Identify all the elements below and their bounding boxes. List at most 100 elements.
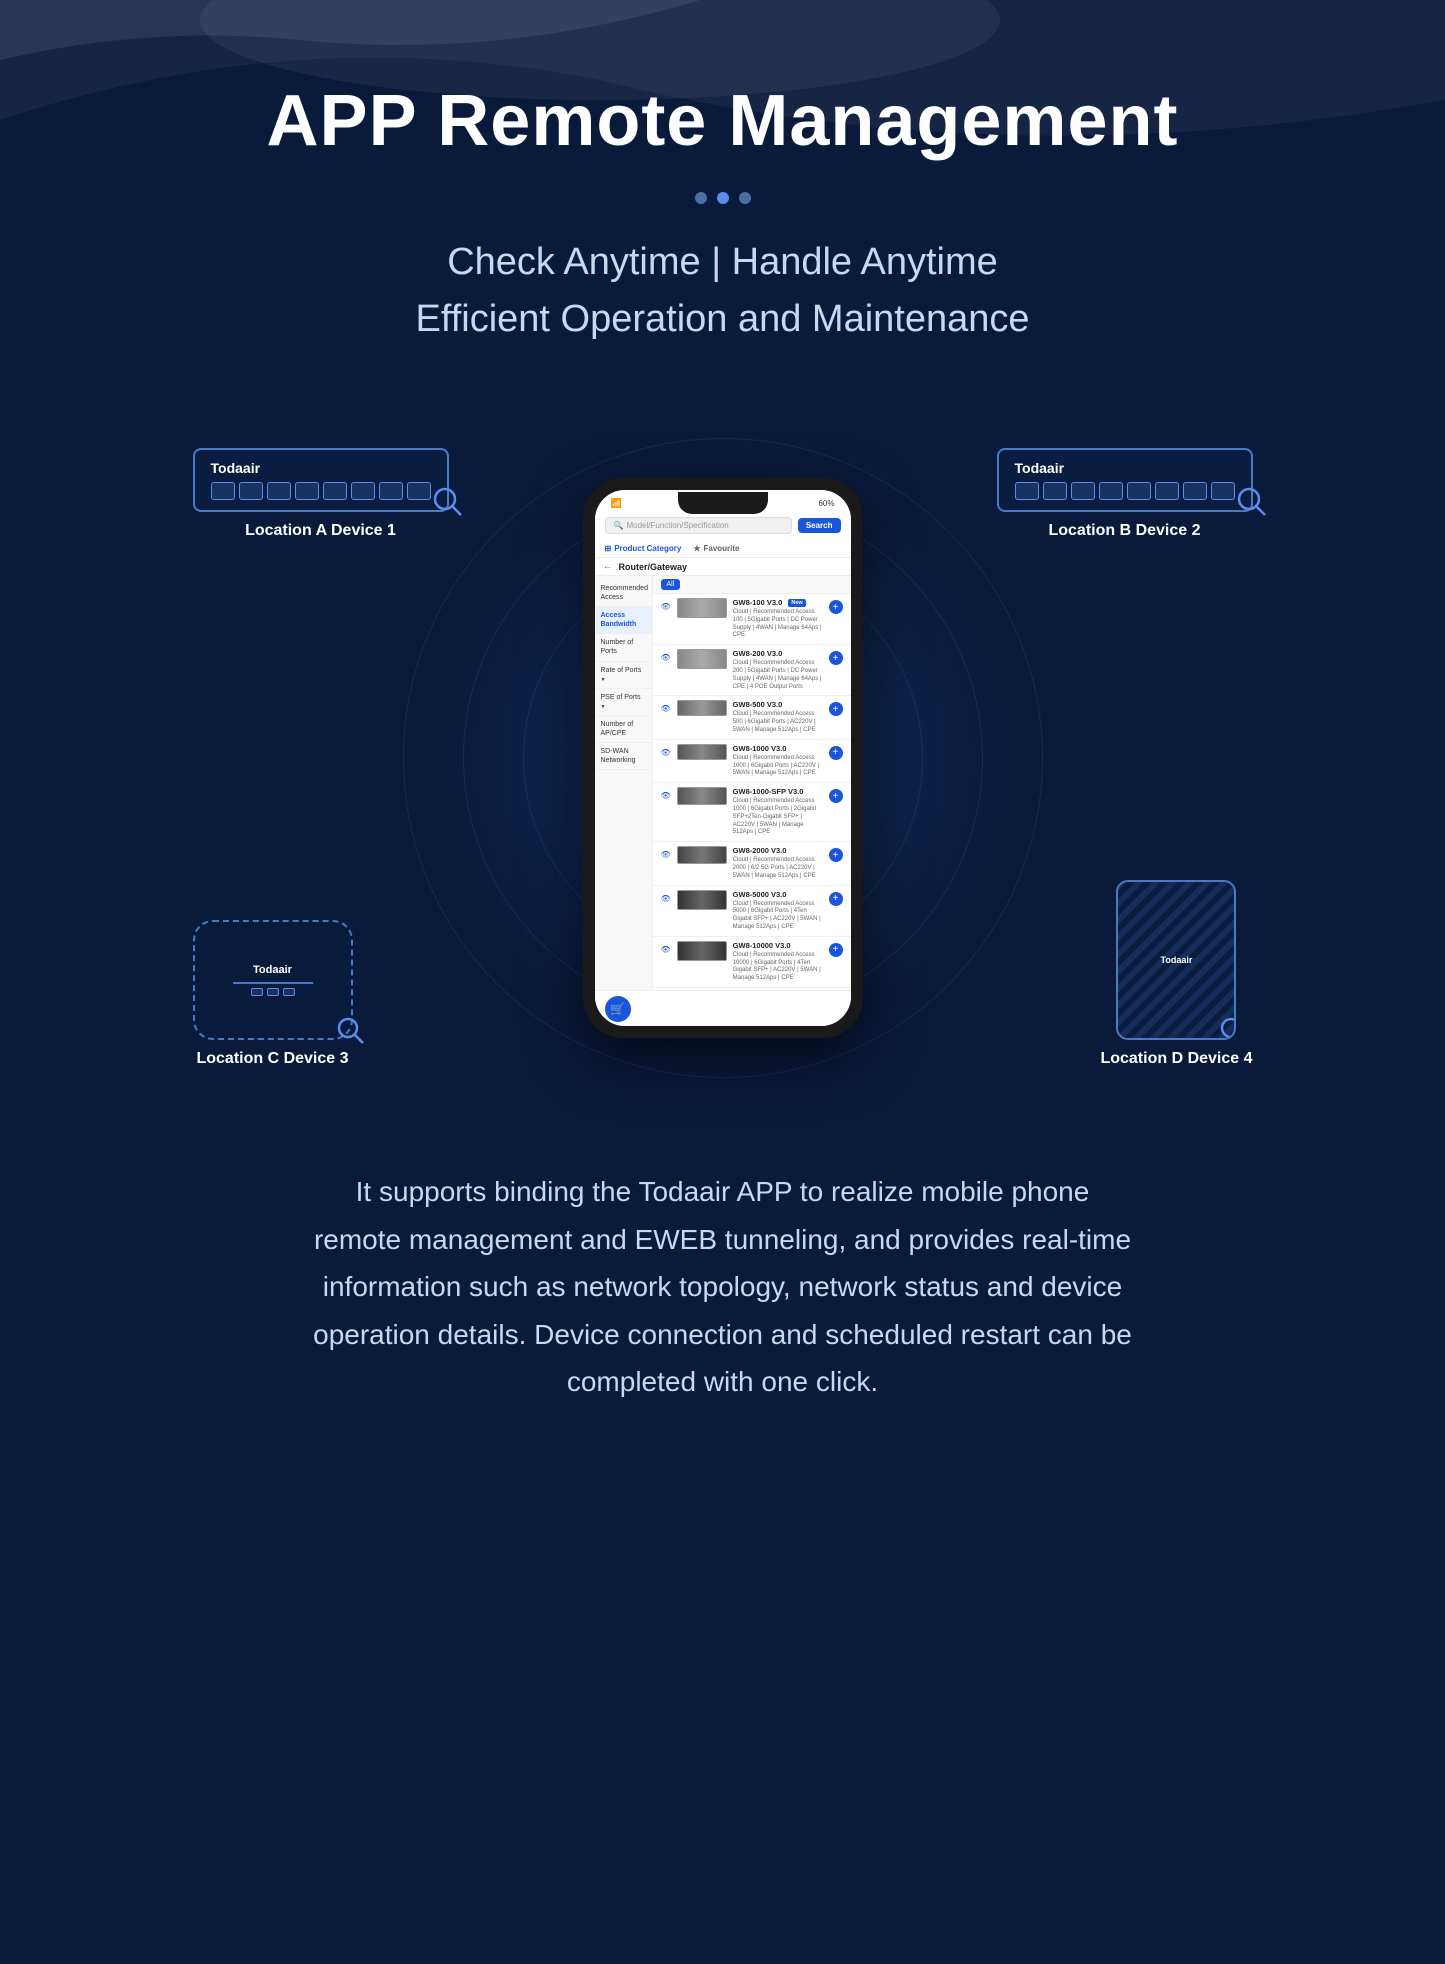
device-c-logo: Todaair (253, 964, 292, 976)
all-button[interactable]: All (661, 579, 681, 590)
port-icon (1183, 482, 1207, 500)
device-location-a: Todaair Locatio (193, 448, 449, 540)
router-image-3 (677, 700, 727, 716)
phone-notch (678, 492, 768, 514)
device-a-box: Todaair (193, 448, 449, 512)
page-title: APP Remote Management (267, 80, 1179, 162)
router-image-5 (677, 787, 727, 805)
add-button-6[interactable]: + (829, 848, 843, 862)
port-icon (379, 482, 403, 500)
router-image-7 (677, 890, 727, 910)
dot-2[interactable] (717, 192, 729, 204)
product-desc-2: Cloud | Recommended Access 200 | 5Gigabi… (733, 660, 823, 691)
phone-outer: 📶 60% 🔍 Model/Function/Specification Sea… (583, 478, 863, 1038)
product-info-4: GW8-1000 V3.0 Cloud | Recommended Access… (733, 744, 823, 778)
product-list-header: All (653, 576, 851, 594)
add-button-3[interactable]: + (829, 702, 843, 716)
port-icon (1127, 482, 1151, 500)
port-icon (1015, 482, 1039, 500)
device-d-label: Location D Device 4 (1100, 1050, 1252, 1068)
port-icon (1099, 482, 1123, 500)
phone-category-header: ← Router/Gateway (595, 558, 851, 576)
search-icon-a (431, 485, 465, 519)
tab-favourite[interactable]: ★ Favourite (693, 544, 739, 553)
dots-indicator (695, 192, 751, 204)
sidebar-item-recommended[interactable]: Recommended Access (595, 580, 652, 607)
port-icon (239, 482, 263, 500)
phone-mockup: 📶 60% 🔍 Model/Function/Specification Sea… (583, 478, 863, 1038)
eye-icon-2[interactable]: 👁 (661, 653, 671, 662)
port-icon (1211, 482, 1235, 500)
product-desc-8: Cloud | Recommended Access 10000 | 6Giga… (733, 952, 823, 983)
product-info-6: GW8-2000 V3.0 Cloud | Recommended Access… (733, 846, 823, 880)
dot-3[interactable] (739, 192, 751, 204)
product-item-gw8-200: 👁 GW8-200 V3.0 Cloud | Recommended Acces… (653, 645, 851, 696)
product-desc-6: Cloud | Recommended Access 2000 | 6/2 5G… (733, 857, 823, 880)
phone-bottom-bar: 🛒 (595, 990, 851, 1026)
phone-search-input[interactable]: 🔍 Model/Function/Specification (605, 517, 792, 534)
product-info-2: GW8-200 V3.0 Cloud | Recommended Access … (733, 649, 823, 691)
product-name-8: GW8-10000 V3.0 (733, 941, 823, 950)
eye-icon-8[interactable]: 👁 (661, 945, 671, 954)
phone-body: Recommended Access Access Bandwidth Numb… (595, 576, 851, 1012)
eye-icon-3[interactable]: 👁 (661, 704, 671, 713)
device-c-ports (251, 988, 295, 996)
add-button-1[interactable]: + (829, 600, 843, 614)
product-info-3: GW8-500 V3.0 Cloud | Recommended Access … (733, 700, 823, 734)
product-item-gw8-500: 👁 GW8-500 V3.0 Cloud | Recommended Acces… (653, 696, 851, 739)
product-item-gw8-2000: 👁 GW8-2000 V3.0 Cloud | Recommended Acce… (653, 842, 851, 885)
product-desc-3: Cloud | Recommended Access 500 | 6Gigabi… (733, 711, 823, 734)
device-b-box: Todaair (997, 448, 1253, 512)
port-icon (1071, 482, 1095, 500)
sidebar-item-sdwan[interactable]: SD-WAN Networking (595, 743, 652, 770)
eye-icon-5[interactable]: 👁 (661, 791, 671, 800)
port-icon (323, 482, 347, 500)
port-icon (351, 482, 375, 500)
eye-icon-1[interactable]: 👁 (661, 602, 671, 611)
search-placeholder-text: Model/Function/Specification (626, 521, 728, 530)
add-button-8[interactable]: + (829, 943, 843, 957)
router-image-6 (677, 846, 727, 864)
sidebar-item-ports[interactable]: Number of Ports (595, 634, 652, 661)
device-location-c: Todaair Location C Device 3 (193, 920, 353, 1068)
device-c-label: Location C Device 3 (196, 1050, 348, 1068)
back-arrow-icon[interactable]: ← (603, 561, 613, 572)
device-b-logo: Todaair (1015, 460, 1065, 476)
eye-icon-6[interactable]: 👁 (661, 850, 671, 859)
router-image-4 (677, 744, 727, 760)
device-c-line (233, 982, 313, 984)
tab-category[interactable]: ⊞ Product Category (605, 544, 682, 553)
product-info-8: GW8-10000 V3.0 Cloud | Recommended Acces… (733, 941, 823, 983)
port-icon (407, 482, 431, 500)
description-text: It supports binding the Todaair APP to r… (313, 1168, 1133, 1406)
product-name-6: GW8-2000 V3.0 (733, 846, 823, 855)
sidebar-item-pse[interactable]: PSE of Ports (595, 689, 652, 716)
dot-1[interactable] (695, 192, 707, 204)
device-location-d: Todaair Location D Device 4 (1100, 880, 1252, 1068)
sidebar-item-ap[interactable]: Number of AP/CPE (595, 716, 652, 743)
add-button-4[interactable]: + (829, 746, 843, 760)
add-button-5[interactable]: + (829, 789, 843, 803)
sidebar-item-rate[interactable]: Rate of Ports (595, 662, 652, 689)
cart-icon[interactable]: 🛒 (605, 996, 631, 1022)
device-a-label: Location A Device 1 (245, 522, 396, 540)
search-icon-d (1218, 1015, 1236, 1040)
product-item-gw8-100: 👁 GW8-100 V3.0 New Cloud | Recommended A… (653, 594, 851, 645)
eye-icon-4[interactable]: 👁 (661, 748, 671, 757)
product-desc-5: Cloud | Recommended Access 1000 | 6Gigab… (733, 798, 823, 837)
add-button-2[interactable]: + (829, 651, 843, 665)
add-button-7[interactable]: + (829, 892, 843, 906)
sidebar-item-bandwidth[interactable]: Access Bandwidth (595, 607, 652, 634)
product-name-7: GW8-5000 V3.0 (733, 890, 823, 899)
product-desc-1: Cloud | Recommended Access 100 | 5Gigabi… (733, 609, 823, 640)
grid-icon: ⊞ (605, 544, 612, 553)
phone-sidebar: Recommended Access Access Bandwidth Numb… (595, 576, 653, 1012)
product-name-1: GW8-100 V3.0 New (733, 598, 823, 607)
device-c-box: Todaair (193, 920, 353, 1040)
phone-product-list: All 👁 GW8-100 V3.0 New Cloud | Recommend… (653, 576, 851, 1012)
product-info-1: GW8-100 V3.0 New Cloud | Recommended Acc… (733, 598, 823, 640)
phone-search-button[interactable]: Search (798, 518, 841, 533)
eye-icon-7[interactable]: 👁 (661, 894, 671, 903)
port-icon (295, 482, 319, 500)
battery-indicator: 60% (818, 499, 834, 508)
